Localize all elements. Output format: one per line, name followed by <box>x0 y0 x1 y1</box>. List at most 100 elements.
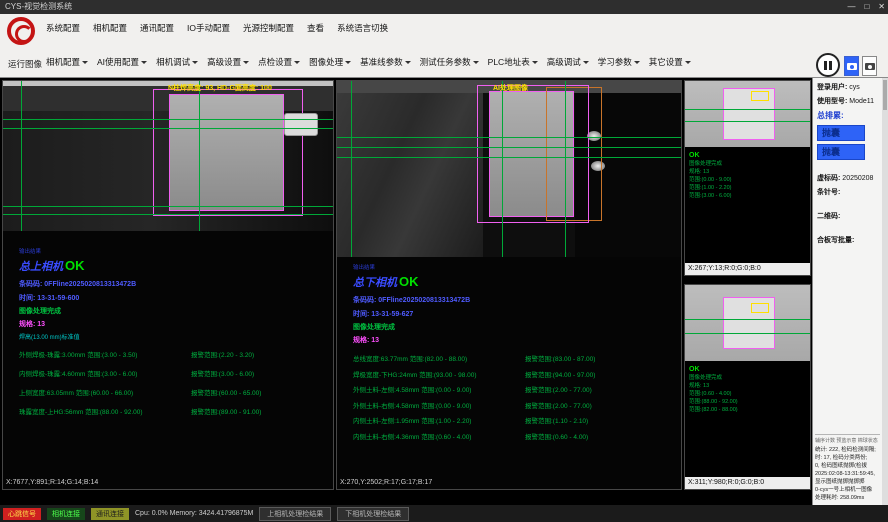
batch-label: 合板写批量: <box>817 235 886 245</box>
chevron-down-icon <box>141 61 147 64</box>
time-text: 时间: 13-31-59-600 <box>19 293 329 303</box>
measure-row: 内侧土料-右侧:4.36mm 范围:(0.60 - 4.00)报警范围:(0.6… <box>353 431 677 441</box>
app-logo-icon <box>7 17 35 45</box>
chevron-down-icon <box>473 61 479 64</box>
tool-test-task-params[interactable]: 测试任务参数 <box>420 56 479 68</box>
thumbnail-report: OK 图像处理完成 规格: 13 范围:(0.00 - 9.00) 范围:(1.… <box>685 147 810 200</box>
statistics-panel: 辅序计数 预蓝示意 棉球状态 统计: 222, 检码检测间隔; 时: 17, 检… <box>815 434 880 502</box>
status-bar: 心跳信号 相机连接 通讯连接 Cpu: 0.0% Memory: 3424.41… <box>0 505 888 522</box>
tool-camera-config[interactable]: 相机配置 <box>46 56 88 68</box>
tool-ai-config[interactable]: AI使用配置 <box>97 56 147 68</box>
chevron-down-icon <box>243 61 249 64</box>
thumbnail-image[interactable] <box>685 285 810 361</box>
guide-line-h <box>337 157 681 158</box>
guide-line-h <box>3 214 333 215</box>
comm-status-badge: 通讯连接 <box>91 508 129 520</box>
tool-advanced-settings[interactable]: 高级设置 <box>207 56 249 68</box>
menu-item-language[interactable]: 系统语言切换 <box>337 22 388 34</box>
menu-toolbar-area: 系统配置 相机配置 通讯配置 IO手动配置 光源控制配置 查看 系统语言切换 运… <box>0 14 888 78</box>
run-image-tab[interactable]: 运行图像 <box>8 58 42 70</box>
chevron-down-icon <box>685 61 691 64</box>
menu-item-light-control[interactable]: 光源控制配置 <box>243 22 294 34</box>
pause-icon <box>829 61 832 70</box>
measure-row: 焊极宽度-下HG:24mm 范围:(93.00 - 98.00)报警范围:(94… <box>353 369 677 379</box>
scrollbar[interactable] <box>882 78 888 505</box>
measure-row: 珠露宽度-上HG:56mm 范围:(88.00 - 92.00)报警范围:(89… <box>19 406 329 416</box>
upper-camera-view[interactable]: N柱焊高度: 93, HD-G面高度: 100 输出结果 总上相机OK 条码码:… <box>2 80 334 490</box>
measure-row: 外侧土料-右侧:4.58mm 范围:(0.00 - 9.00)报警范围:(2.0… <box>353 400 677 410</box>
maximize-icon[interactable]: □ <box>864 0 869 14</box>
tool-other-settings[interactable]: 其它设置 <box>649 56 691 68</box>
tool-baseline-params[interactable]: 基准线参数 <box>360 56 411 68</box>
pixel-coords-readout: X:267;Y:13;R:0;G:0;B:0 <box>685 263 810 275</box>
chevron-down-icon <box>634 61 640 64</box>
chevron-down-icon <box>192 61 198 64</box>
upper-camera-result-button[interactable]: 上相机处理检结果 <box>259 507 331 521</box>
chevron-down-icon <box>405 61 411 64</box>
tool-spot-check[interactable]: 点检设置 <box>258 56 300 68</box>
guide-line-v <box>199 81 200 231</box>
guide-line-h <box>685 319 810 320</box>
menu-item-camera-config[interactable]: 相机配置 <box>93 22 127 34</box>
measurement-rows: 总线宽度:63.77mm 范围:(82.00 - 88.00)报警范围:(83.… <box>353 353 677 441</box>
model-value: Mode11 <box>849 98 874 105</box>
thumbnail-view-1[interactable]: OK 图像处理完成 规格: 13 范围:(0.00 - 9.00) 范围:(1.… <box>684 80 811 276</box>
menu-item-io-manual[interactable]: IO手动配置 <box>187 22 230 34</box>
camera-select-button-1[interactable] <box>844 56 859 76</box>
camera-select-button-2[interactable] <box>862 56 877 76</box>
menu-item-comm-config[interactable]: 通讯配置 <box>140 22 174 34</box>
chevron-down-icon <box>583 61 589 64</box>
tool-camera-debug[interactable]: 相机调试 <box>156 56 198 68</box>
model-label: 使用型号: <box>817 98 847 105</box>
close-icon[interactable]: ✕ <box>878 0 885 14</box>
pause-icon <box>824 61 827 70</box>
thumbnail-view-2[interactable]: OK 图像处理完成 规格: 13 范围:(0.60 - 4.00) 范围:(88… <box>684 284 811 490</box>
lower-camera-result-button[interactable]: 下相机处理检结果 <box>337 507 409 521</box>
camera-title: 总下相机 <box>353 277 397 289</box>
queue-item[interactable]: 抛囊 <box>817 125 865 141</box>
heartbeat-status-badge: 心跳信号 <box>3 508 41 520</box>
menu-bar: 系统配置 相机配置 通讯配置 IO手动配置 光源控制配置 查看 系统语言切换 <box>46 22 388 34</box>
thumbnail-image[interactable] <box>685 81 810 147</box>
cpu-memory-readout: Cpu: 0.0% Memory: 3424.41796875M <box>135 510 253 517</box>
lower-camera-image[interactable]: AI处理图像 <box>337 81 681 257</box>
statistics-header: 辅序计数 预蓝示意 棉球状态 <box>815 437 880 444</box>
minimize-icon[interactable]: — <box>847 0 855 14</box>
time-text: 时间: 13-31-59-627 <box>353 309 677 319</box>
queue-item[interactable]: 抛囊 <box>817 144 865 160</box>
guide-line-h <box>3 119 333 120</box>
camera-icon <box>865 63 875 70</box>
measure-row: 内侧土料-左侧:1.95mm 范围:(1.00 - 2.20)报警范围:(1.1… <box>353 415 677 425</box>
spec-text: 规格: 13 <box>353 335 677 345</box>
menu-item-system-config[interactable]: 系统配置 <box>46 22 80 34</box>
tool-image-process[interactable]: 图像处理 <box>309 56 351 68</box>
sub-note: 焊高(13.00 mm)标准值 <box>19 332 329 341</box>
pause-button[interactable] <box>816 53 840 77</box>
measure-row: 总线宽度:63.77mm 范围:(82.00 - 88.00)报警范围:(83.… <box>353 353 677 363</box>
spec-text: 规格: 13 <box>19 319 329 329</box>
detect-box <box>751 303 769 313</box>
guide-line-h <box>685 121 810 122</box>
menu-item-view[interactable]: 查看 <box>307 22 324 34</box>
code-label: 虚标码: <box>817 175 840 182</box>
code-value: 20250208 <box>842 175 873 182</box>
tool-plc-address[interactable]: PLC地址表 <box>488 56 538 68</box>
barcode-text: 条码码: 0FFline2025020813313472B <box>19 279 329 289</box>
pin-label: 条针号: <box>817 187 886 197</box>
scrollbar-thumb[interactable] <box>883 80 887 110</box>
measure-row: 外侧焊极-珠露:3.00mm 范围:(3.00 - 3.50)报警范围:(2.2… <box>19 349 329 359</box>
result-badge: OK <box>689 366 807 374</box>
lower-result-panel: 输出结果 总下相机OK 条码码: 0FFline2025020813313472… <box>353 263 677 446</box>
lower-camera-view[interactable]: AI处理图像 输出结果 总下相机OK 条码码: 0FFline202502081… <box>336 80 682 490</box>
tool-advanced-debug[interactable]: 高级调试 <box>547 56 589 68</box>
pixel-coords-readout: X:270,Y:2502;R:17;G:17;B:17 <box>340 477 432 489</box>
result-badge: OK <box>65 258 85 273</box>
machine-structure <box>337 93 483 257</box>
measure-row: 外侧土料-左侧:4.58mm 范围:(0.00 - 9.00)报警范围:(2.0… <box>353 384 677 394</box>
process-status: 图像处理完成 <box>353 322 677 332</box>
tool-learning-params[interactable]: 学习参数 <box>598 56 640 68</box>
measure-row: 内侧焊极-珠露:4.60mm 范围:(3.00 - 6.00)报警范围:(3.0… <box>19 368 329 378</box>
upper-camera-image[interactable]: N柱焊高度: 93, HD-G面高度: 100 <box>3 81 333 231</box>
guide-line-v <box>502 81 503 257</box>
app-window: CYS-视觉检测系统 — □ ✕ 系统配置 相机配置 通讯配置 IO手动配置 光… <box>0 0 888 522</box>
